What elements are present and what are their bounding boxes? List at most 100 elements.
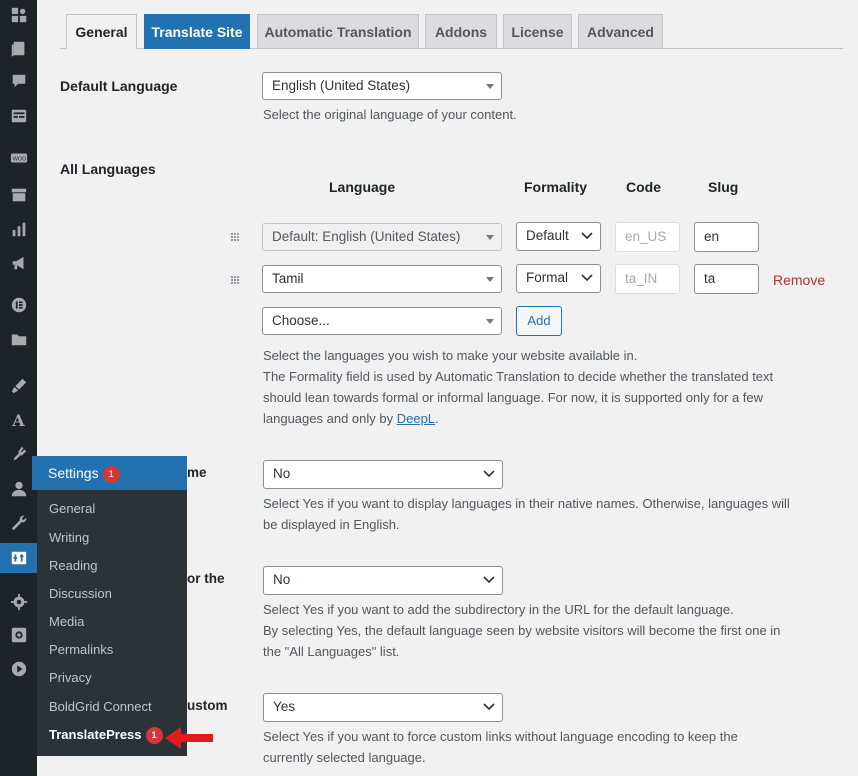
tab-license[interactable]: License bbox=[503, 14, 572, 49]
subdirectory-description: Select Yes if you want to add the subdir… bbox=[263, 599, 780, 662]
red-arrow-icon bbox=[165, 727, 213, 749]
settings-title: Settings bbox=[48, 465, 99, 481]
description-text: languages and only by bbox=[263, 411, 397, 426]
slug-input[interactable]: en bbox=[694, 222, 759, 252]
notification-badge: 1 bbox=[145, 727, 163, 745]
settings-menu-header[interactable]: Settings 1 bbox=[32, 456, 187, 490]
all-languages-label: All Languages bbox=[60, 161, 156, 177]
notification-badge: 1 bbox=[102, 465, 120, 483]
description-line: Select Yes if you want to add the subdir… bbox=[263, 602, 734, 617]
formality-select[interactable]: Formal bbox=[516, 264, 601, 293]
code-input: ta_IN bbox=[615, 264, 680, 294]
column-slug: Slug bbox=[708, 179, 739, 195]
all-languages-description: Select the languages you wish to make yo… bbox=[263, 345, 773, 429]
dropdown-arrow-icon bbox=[486, 235, 494, 240]
description-line: be displayed in English. bbox=[263, 517, 400, 532]
code-input: en_US bbox=[615, 222, 680, 252]
play-icon[interactable] bbox=[0, 656, 37, 682]
description-text: . bbox=[435, 411, 439, 426]
submenu-item-writing[interactable]: Writing bbox=[49, 530, 89, 545]
tab-addons[interactable]: Addons bbox=[425, 14, 497, 49]
woocommerce-icon[interactable]: WOO bbox=[0, 145, 37, 171]
formality-value: Default bbox=[526, 228, 569, 243]
chevron-down-icon bbox=[483, 470, 495, 478]
chevron-down-icon bbox=[581, 274, 593, 282]
products-icon[interactable] bbox=[0, 182, 37, 208]
settings-icon[interactable] bbox=[0, 543, 37, 573]
analytics-icon[interactable] bbox=[0, 216, 37, 242]
default-language-value: English (United States) bbox=[272, 78, 411, 93]
formality-value: Formal bbox=[526, 270, 569, 285]
default-language-description: Select the original language of your con… bbox=[263, 107, 517, 122]
remove-language-link[interactable]: Remove bbox=[773, 272, 825, 288]
language-select-default[interactable]: Default: English (United States) bbox=[262, 223, 502, 251]
appearance-icon[interactable] bbox=[0, 373, 37, 399]
description-line: Select the languages you wish to make yo… bbox=[263, 348, 638, 363]
chevron-down-icon bbox=[483, 703, 495, 711]
tab-general[interactable]: General bbox=[66, 14, 137, 49]
default-language-select[interactable]: English (United States) bbox=[262, 72, 502, 100]
submenu-item-boldgrid-connect[interactable]: BoldGrid Connect bbox=[49, 699, 152, 714]
tab-advanced[interactable]: Advanced bbox=[578, 14, 663, 49]
submenu-item-translatepress[interactable]: TranslatePress 1 bbox=[49, 727, 163, 745]
add-language-button[interactable]: Add bbox=[516, 306, 562, 336]
templates-icon[interactable] bbox=[0, 326, 37, 352]
tab-translate-site[interactable]: Translate Site bbox=[144, 14, 250, 49]
drag-handle-icon[interactable] bbox=[230, 232, 240, 242]
description-line: should lean towards formal or informal l… bbox=[263, 390, 764, 405]
deepl-link[interactable]: DeepL bbox=[397, 411, 435, 426]
slug-input[interactable]: ta bbox=[694, 264, 759, 294]
description-line: Select Yes if you want to display langua… bbox=[263, 496, 790, 511]
description-line: currently selected language. bbox=[263, 750, 426, 765]
translatepress-label: TranslatePress bbox=[49, 727, 142, 742]
native-names-description: Select Yes if you want to display langua… bbox=[263, 493, 790, 535]
gear-icon[interactable] bbox=[0, 589, 37, 615]
dropdown-arrow-icon bbox=[486, 319, 494, 324]
formality-select[interactable]: Default bbox=[516, 222, 601, 251]
native-names-label: me bbox=[187, 465, 207, 480]
choose-placeholder: Choose... bbox=[272, 313, 330, 328]
force-links-select[interactable]: Yes bbox=[263, 693, 503, 722]
svg-text:WOO: WOO bbox=[12, 157, 25, 163]
description-line: By selecting Yes, the default language s… bbox=[263, 623, 781, 638]
description-line: the "All Languages" list. bbox=[263, 644, 400, 659]
forms-icon[interactable] bbox=[0, 103, 37, 129]
force-links-value: Yes bbox=[273, 699, 296, 714]
record-icon[interactable] bbox=[0, 622, 37, 648]
marketing-icon[interactable] bbox=[0, 250, 37, 276]
tab-automatic-translation[interactable]: Automatic Translation bbox=[257, 14, 419, 49]
submenu-item-permalinks[interactable]: Permalinks bbox=[49, 642, 113, 657]
default-language-label: Default Language bbox=[60, 78, 178, 94]
language-value: Tamil bbox=[272, 271, 304, 286]
choose-language-select[interactable]: Choose... bbox=[262, 307, 502, 335]
column-code: Code bbox=[626, 179, 661, 195]
column-formality: Formality bbox=[524, 179, 588, 195]
description-line: Select Yes if you want to force custom l… bbox=[263, 729, 738, 744]
description-line: The Formality field is used by Automatic… bbox=[263, 369, 774, 384]
subdirectory-label: or the bbox=[187, 571, 225, 586]
dashboard-icon[interactable] bbox=[0, 2, 37, 28]
pages-icon[interactable] bbox=[0, 36, 37, 62]
subdirectory-value: No bbox=[273, 572, 291, 587]
drag-handle-icon[interactable] bbox=[230, 275, 240, 285]
submenu-item-discussion[interactable]: Discussion bbox=[49, 586, 112, 601]
dropdown-arrow-icon bbox=[486, 277, 494, 282]
elementor-icon[interactable] bbox=[0, 292, 37, 318]
submenu-item-reading[interactable]: Reading bbox=[49, 558, 97, 573]
admin-sidebar: WOO A bbox=[0, 0, 37, 776]
language-value: Default: English (United States) bbox=[272, 229, 461, 244]
subdirectory-select[interactable]: No bbox=[263, 566, 503, 595]
chevron-down-icon bbox=[483, 576, 495, 584]
tools-icon[interactable] bbox=[0, 510, 37, 536]
column-language: Language bbox=[329, 179, 396, 195]
submenu-item-media[interactable]: Media bbox=[49, 614, 84, 629]
submenu-item-general[interactable]: General bbox=[49, 501, 95, 516]
chevron-down-icon bbox=[581, 232, 593, 240]
force-links-description: Select Yes if you want to force custom l… bbox=[263, 726, 738, 768]
native-names-select[interactable]: No bbox=[263, 460, 503, 489]
description-line: languages and only by DeepL. bbox=[263, 408, 773, 429]
submenu-item-privacy[interactable]: Privacy bbox=[49, 670, 92, 685]
comments-icon[interactable] bbox=[0, 68, 37, 94]
astra-icon[interactable]: A bbox=[0, 407, 37, 433]
language-select-tamil[interactable]: Tamil bbox=[262, 265, 502, 293]
